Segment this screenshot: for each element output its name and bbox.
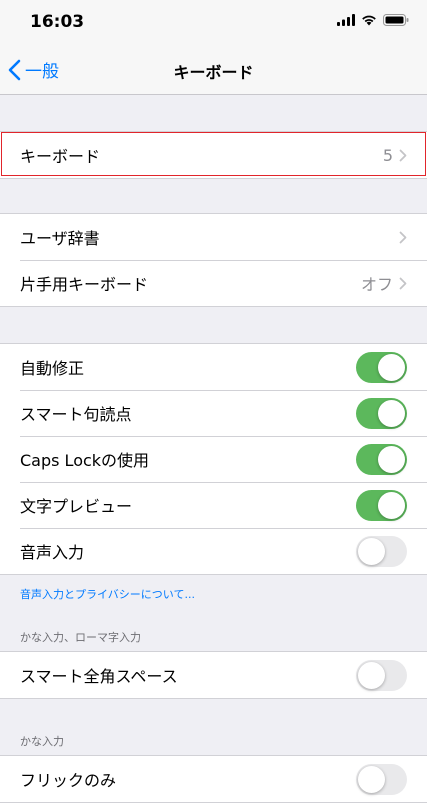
flick-only-label: フリックのみ <box>20 771 117 790</box>
nav-bar: 一般 キーボード <box>0 46 427 95</box>
user-dictionary-row[interactable]: ユーザ辞書 <box>0 214 427 260</box>
caps-lock-toggle[interactable] <box>356 443 407 475</box>
one-handed-keyboard-row[interactable]: 片手用キーボード オフ <box>0 260 427 306</box>
kana-romaji-section-header: かな入力、ローマ字入力 <box>20 631 141 644</box>
user-dictionary-label: ユーザ辞書 <box>20 229 100 248</box>
battery-icon <box>383 14 409 26</box>
status-bar: 16:03 <box>0 0 427 46</box>
kana-romaji-group: スマート全角スペース <box>0 651 427 699</box>
flick-only-row: フリックのみ <box>0 756 427 802</box>
toggle-knob <box>358 765 385 793</box>
dictation-toggle[interactable] <box>356 535 407 567</box>
keyboards-group: キーボード 5 <box>0 131 427 179</box>
signal-icon <box>337 14 355 26</box>
flick-only-toggle[interactable] <box>356 763 407 795</box>
chevron-right-icon <box>399 277 407 290</box>
toggle-knob <box>358 537 385 565</box>
kana-section-header: かな入力 <box>20 735 64 748</box>
dictionary-group: ユーザ辞書 片手用キーボード オフ <box>0 213 427 307</box>
auto-correction-label: 自動修正 <box>20 359 85 378</box>
toggle-knob <box>378 445 405 473</box>
chevron-right-icon <box>399 149 407 162</box>
status-time: 16:03 <box>30 12 85 32</box>
character-preview-label: 文字プレビュー <box>20 497 133 516</box>
toggle-knob <box>358 661 385 689</box>
smart-fullwidth-space-label: スマート全角スペース <box>20 667 178 686</box>
dictation-privacy-link[interactable]: 音声入力とプライバシーについて... <box>20 586 195 602</box>
toggle-knob <box>378 399 405 427</box>
keyboards-row-label: キーボード <box>20 147 101 166</box>
toggles-group: 自動修正 スマート句読点 Caps Lockの使用 文字プレビュー 音声入力 <box>0 343 427 575</box>
page-title: キーボード <box>173 63 254 82</box>
status-icons <box>337 14 409 26</box>
auto-correction-toggle[interactable] <box>356 351 407 383</box>
smart-fullwidth-space-toggle[interactable] <box>356 659 407 691</box>
toggle-knob <box>378 353 405 381</box>
smart-punctuation-row: スマート句読点 <box>0 390 427 436</box>
one-handed-keyboard-label: 片手用キーボード <box>20 275 149 294</box>
one-handed-keyboard-value: オフ <box>360 275 393 294</box>
toggle-knob <box>378 491 405 519</box>
dictation-row: 音声入力 <box>0 528 427 574</box>
caps-lock-label: Caps Lockの使用 <box>20 451 150 470</box>
auto-correction-row: 自動修正 <box>0 344 427 390</box>
character-preview-toggle[interactable] <box>356 489 407 521</box>
keyboards-row[interactable]: キーボード 5 <box>0 132 427 178</box>
smart-fullwidth-space-row: スマート全角スペース <box>0 652 427 698</box>
character-preview-row: 文字プレビュー <box>0 482 427 528</box>
dictation-label: 音声入力 <box>20 543 85 562</box>
chevron-right-icon <box>399 231 407 244</box>
smart-punctuation-toggle[interactable] <box>356 397 407 429</box>
keyboards-count: 5 <box>382 145 393 165</box>
smart-punctuation-label: スマート句読点 <box>20 405 132 424</box>
wifi-icon <box>362 15 376 26</box>
kana-group: フリックのみ <box>0 755 427 803</box>
caps-lock-row: Caps Lockの使用 <box>0 436 427 482</box>
